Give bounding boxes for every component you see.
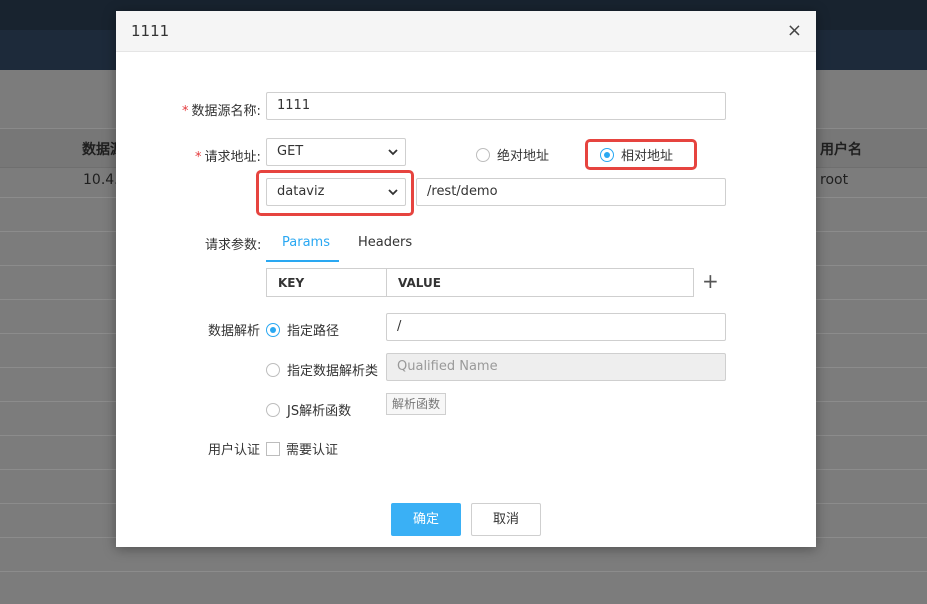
value-column-header: VALUE: [398, 276, 441, 290]
radio-circle: [266, 362, 280, 377]
dialog-header: 1111 ×: [116, 11, 816, 52]
dialog-title: 1111: [131, 22, 170, 40]
radio-circle-checked: [266, 322, 280, 337]
tab-params[interactable]: Params: [282, 235, 330, 250]
active-tab-underline: [266, 260, 339, 262]
background-column-username: 用户名: [820, 142, 862, 158]
base-source-value: dataviz: [277, 184, 325, 199]
plus-icon[interactable]: +: [702, 271, 719, 291]
datasource-name-label: * 数据源名称:: [182, 100, 261, 119]
parse-option-js-radio[interactable]: JS解析函数: [266, 400, 351, 419]
background-cell-username: root: [820, 172, 849, 188]
method-select-value: GET: [277, 144, 304, 159]
datasource-name-input[interactable]: 1111: [266, 92, 726, 120]
radio-circle-checked: [600, 147, 614, 162]
background-row-divider: [0, 571, 927, 572]
datasource-dialog: 1111 × * 数据源名称: 1111 * 请求地址: GET 绝对地址 相对地址…: [116, 11, 816, 547]
confirm-button[interactable]: 确定: [391, 503, 461, 536]
parse-option-class-radio[interactable]: 指定数据解析类: [266, 360, 378, 379]
qualified-name-input[interactable]: Qualified Name: [386, 353, 726, 381]
tab-headers[interactable]: Headers: [358, 235, 412, 250]
parse-option-class-label: 指定数据解析类: [287, 364, 379, 379]
column-divider: [386, 269, 387, 296]
required-mark: *: [195, 150, 202, 165]
data-parse-label: 数据解析: [208, 324, 261, 339]
relative-address-label: 相对地址: [621, 149, 674, 164]
require-auth-checkbox[interactable]: 需要认证: [266, 439, 338, 458]
relative-address-radio[interactable]: 相对地址: [600, 145, 673, 164]
parse-function-button[interactable]: 解析函数: [386, 393, 447, 415]
chevron-down-icon: [388, 189, 398, 196]
absolute-address-label: 绝对地址: [497, 149, 550, 164]
close-icon[interactable]: ×: [787, 20, 802, 42]
base-source-select[interactable]: dataviz: [266, 178, 406, 206]
request-path-input[interactable]: /rest/demo: [416, 178, 726, 206]
chevron-down-icon: [388, 149, 398, 156]
parse-option-path-label: 指定路径: [287, 324, 340, 339]
key-column-header: KEY: [278, 276, 305, 290]
request-params-label: 请求参数:: [205, 238, 262, 253]
required-mark: *: [182, 104, 189, 119]
checkbox-box: [266, 441, 280, 456]
parse-option-path-radio[interactable]: 指定路径: [266, 320, 339, 339]
datasource-name-label-text: 数据源名称:: [191, 104, 261, 119]
user-auth-label: 用户认证: [208, 443, 261, 458]
require-auth-label: 需要认证: [286, 443, 339, 458]
absolute-address-radio[interactable]: 绝对地址: [476, 145, 549, 164]
parse-path-input[interactable]: /: [386, 313, 726, 341]
radio-circle: [266, 402, 280, 417]
parse-option-js-label: JS解析函数: [287, 404, 352, 419]
radio-circle: [476, 147, 490, 162]
request-url-label-text: 请求地址:: [204, 150, 261, 165]
params-table: KEY VALUE: [266, 268, 694, 297]
method-select[interactable]: GET: [266, 138, 406, 166]
request-url-label: * 请求地址:: [195, 146, 261, 165]
cancel-button[interactable]: 取消: [471, 503, 541, 536]
